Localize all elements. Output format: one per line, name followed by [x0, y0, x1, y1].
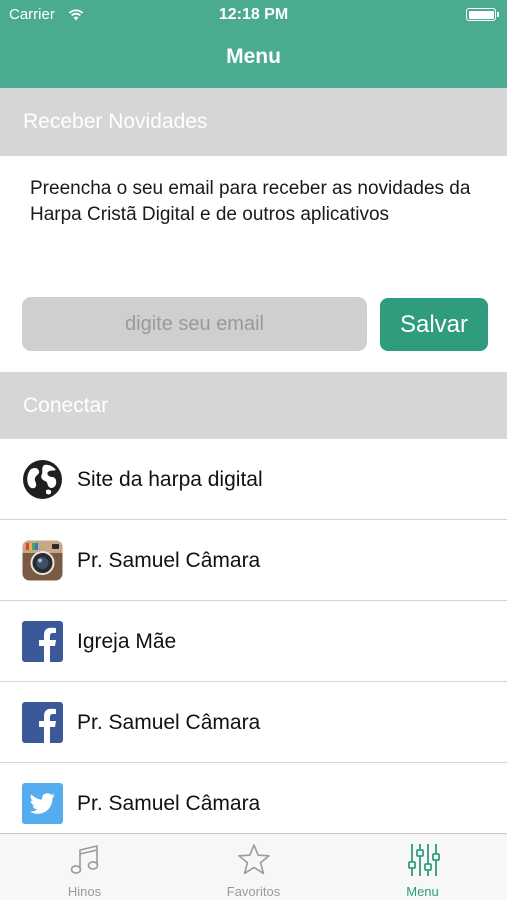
status-time: 12:18 PM: [218, 6, 289, 23]
tab-label: Favoritos: [226, 884, 281, 899]
navigation-header: Carrier 12:18 PM Menu: [0, 0, 507, 88]
tab-hinos[interactable]: Hinos: [0, 834, 169, 900]
status-bar: Carrier 12:18 PM: [0, 0, 507, 30]
twitter-icon: [22, 783, 63, 824]
page-title: Menu: [226, 45, 281, 68]
connect-list: Site da harpa digital Pr. Samuel Câmara: [0, 439, 507, 844]
tab-favoritos[interactable]: Favoritos: [169, 834, 338, 900]
globe-icon: [23, 460, 62, 499]
battery-icon: [466, 8, 499, 21]
list-item-facebook-igreja[interactable]: Igreja Mãe: [0, 601, 507, 682]
save-button[interactable]: Salvar: [380, 298, 488, 351]
instagram-icon: [22, 540, 63, 581]
tab-label: Menu: [406, 884, 439, 899]
section-header-newsletter: Receber Novidades: [0, 88, 507, 156]
email-input[interactable]: [22, 297, 367, 351]
facebook-icon: [22, 621, 63, 662]
menu-screen: Carrier 12:18 PM Menu Receber Novidades …: [0, 0, 507, 900]
list-item-facebook-pastor[interactable]: Pr. Samuel Câmara: [0, 682, 507, 763]
list-item-label: Pr. Samuel Câmara: [77, 792, 261, 815]
facebook-icon: [22, 702, 63, 743]
list-item-twitter[interactable]: Pr. Samuel Câmara: [0, 763, 507, 844]
sliders-icon: [408, 844, 440, 876]
music-note-icon: [70, 844, 99, 874]
list-item-website[interactable]: Site da harpa digital: [0, 439, 507, 520]
newsletter-description: Preencha o seu email para receber as nov…: [30, 178, 471, 225]
tab-menu[interactable]: Menu: [338, 834, 507, 900]
tab-bar: Hinos Favoritos Menu: [0, 833, 507, 900]
star-icon: [238, 844, 270, 875]
tab-label: Hinos: [67, 884, 102, 899]
list-item-label: Site da harpa digital: [77, 468, 263, 491]
list-item-instagram[interactable]: Pr. Samuel Câmara: [0, 520, 507, 601]
list-item-label: Pr. Samuel Câmara: [77, 549, 261, 572]
section-header-connect: Conectar: [0, 372, 507, 439]
list-item-label: Pr. Samuel Câmara: [77, 711, 261, 734]
list-item-label: Igreja Mãe: [77, 630, 177, 653]
